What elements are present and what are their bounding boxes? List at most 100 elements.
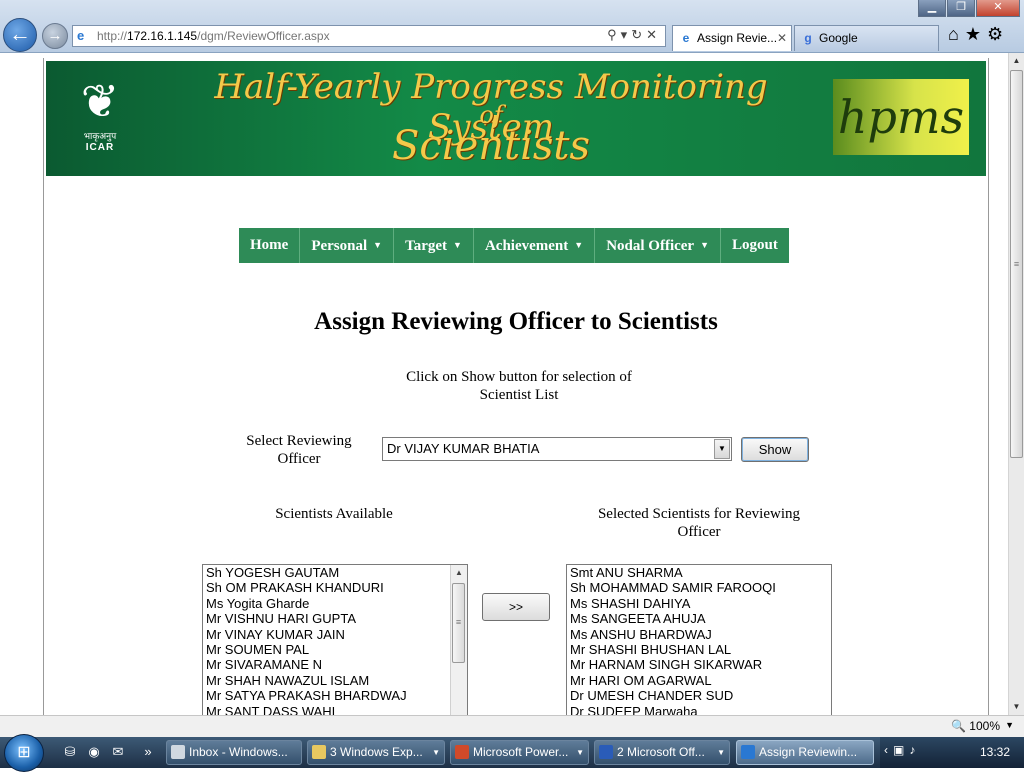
home-icon[interactable]: ⌂ [948,24,965,44]
zoom-level[interactable]: 🔍 100% [951,719,1000,733]
menu-label: Logout [732,237,778,253]
list-item[interactable]: Mr SHASHI BHUSHAN LAL [567,642,831,657]
hpms-logo: hpms [833,79,969,155]
zoom-dropdown-icon[interactable]: ▼ [1005,720,1014,730]
list-item[interactable]: Ms ANSHU BHARDWAJ [567,627,831,642]
menu-label: Achievement [484,238,569,254]
logo-text: ICAR [85,142,115,153]
close-window-button[interactable]: ✕ [976,0,1020,17]
list-item[interactable]: Ms Yogita Gharde [203,596,467,611]
list-item[interactable]: Mr SANT DASS WAHI [203,704,467,715]
scientists-available-label: Scientists Available [275,506,393,522]
network-icon[interactable]: ▣ [893,743,909,757]
mail-icon[interactable]: ✉ [110,744,126,760]
minimize-button[interactable]: ▁ [918,0,946,17]
banner-title-line3: Scientists [391,123,591,169]
list-item[interactable]: Ms SANGEETA AHUJA [567,611,831,626]
scroll-up-icon[interactable]: ▲ [1009,53,1024,69]
forward-button[interactable]: → [42,23,68,49]
group-arrow-icon: ▼ [576,748,584,757]
quicklaunch-icon[interactable]: ⛁ [62,744,78,760]
scroll-thumb[interactable]: ≡ [452,583,465,663]
page-container: ❦ भाकृअनुप ICAR Half-Yearly Progress Mon… [43,58,989,715]
command-icons: ⌂★⚙ [948,24,1009,45]
group-arrow-icon: ▼ [432,748,440,757]
list-item[interactable]: Mr VINAY KUMAR JAIN [203,627,467,642]
move-right-button[interactable]: >> [482,593,550,621]
ie-icon: e [77,28,85,43]
available-scientists-list[interactable]: Sh YOGESH GAUTAM Sh OM PRAKASH KHANDURI Ms… [202,564,468,715]
dropdown-caret-icon: ▼ [373,240,383,250]
show-hidden-icon[interactable]: ‹ [884,743,893,757]
scroll-down-icon[interactable]: ▼ [1009,699,1024,715]
selected-scientists-list[interactable]: Smt ANU SHARMA Sh MOHAMMAD SAMIR FAROOQI M… [566,564,832,715]
list-item[interactable]: Ms SHASHI DAHIYA [567,596,831,611]
search-icon[interactable]: ⚲ [607,27,621,42]
taskbar-item[interactable]: Microsoft Power... ▼ [450,740,589,765]
dropdown-arrow-icon[interactable]: ▾ [621,27,632,42]
menu-logout[interactable]: Logout [721,228,789,263]
stop-icon[interactable]: ✕ [646,27,661,42]
list-item[interactable]: Smt ANU SHARMA [567,565,831,580]
list-item[interactable]: Mr VISHNU HARI GUPTA [203,611,467,626]
taskbar-item-label: Assign Reviewin... [759,745,858,759]
clock[interactable]: 13:32 [980,745,1010,759]
tab-google[interactable]: g Google [794,25,939,51]
show-button[interactable]: Show [741,437,809,462]
list-scrollbar[interactable]: ▲ ≡ [450,565,467,715]
tab-label: Google [819,31,858,45]
browser-chrome: ▁ ❐ ✕ ← → e http://172.16.1.145/dgm/Revi… [0,0,1024,53]
icar-logo: ❦ भाकृअनुप ICAR [64,73,136,163]
taskbar-item[interactable]: 2 Microsoft Off... ▼ [594,740,730,765]
favorites-star-icon[interactable]: ★ [965,24,987,44]
selected-scientists-label: Selected Scientists for Reviewing Office… [597,506,801,540]
restore-button[interactable]: ❐ [947,0,975,17]
selected-options: Smt ANU SHARMA Sh MOHAMMAD SAMIR FAROOQI M… [567,565,831,715]
address-bar[interactable]: e http://172.16.1.145/dgm/ReviewOfficer.… [72,25,666,47]
list-item[interactable]: Sh MOHAMMAD SAMIR FAROOQI [567,580,831,595]
more-icon[interactable]: » [140,744,156,760]
reviewing-officer-select[interactable]: Dr VIJAY KUMAR BHATIA ▼ [382,437,732,461]
ie-icon [741,745,755,759]
taskbar-item[interactable]: Inbox - Windows... [166,740,302,765]
menu-achievement[interactable]: Achievement ▼ [474,228,596,263]
taskbar-item[interactable]: 3 Windows Exp... ▼ [307,740,445,765]
site-banner: ❦ भाकृअनुप ICAR Half-Yearly Progress Mon… [46,61,986,176]
list-item[interactable]: Mr SOUMEN PAL [203,642,467,657]
menu-personal[interactable]: Personal ▼ [300,228,395,263]
settings-gear-icon[interactable]: ⚙ [987,24,1009,44]
menu-label: Home [250,237,289,253]
address-tools: ⚲▾↻✕ [607,27,661,43]
list-item[interactable]: Mr SATYA PRAKASH BHARDWAJ [203,688,467,703]
start-button[interactable]: ⊞ [4,734,44,772]
logo-hindi-text: भाकृअनुप [83,131,117,141]
menu-nodal-officer[interactable]: Nodal Officer ▼ [595,228,721,263]
list-item[interactable]: Sh OM PRAKASH KHANDURI [203,580,467,595]
list-item[interactable]: Dr UMESH CHANDER SUD [567,688,831,703]
scroll-thumb[interactable]: ≡ [1010,70,1023,458]
mail-icon [171,745,185,759]
tab-assign-reviewing[interactable]: e Assign Revie... ✕ [672,25,792,51]
chevron-down-icon[interactable]: ▼ [714,439,730,459]
page-scrollbar[interactable]: ▲ ≡ ▼ [1008,53,1024,715]
menu-target[interactable]: Target ▼ [394,228,474,263]
close-tab-icon[interactable]: ✕ [777,26,787,51]
list-item[interactable]: Dr SUDEEP Marwaha [567,704,831,715]
chrome-icon[interactable]: ◉ [86,744,102,760]
list-item[interactable]: Mr SIVARAMANE N [203,657,467,672]
refresh-icon[interactable]: ↻ [631,27,646,42]
list-item[interactable]: Mr HARI OM AGARWAL [567,673,831,688]
back-button[interactable]: ← [3,18,37,52]
list-item[interactable]: Mr HARNAM SINGH SIKARWAR [567,657,831,672]
powerpoint-icon [455,745,469,759]
list-item[interactable]: Sh YOGESH GAUTAM [203,565,467,580]
volume-icon[interactable]: ♪ [909,743,920,757]
scroll-up-icon[interactable]: ▲ [451,565,467,581]
zoom-value: 100% [969,719,1000,733]
dropdown-caret-icon: ▼ [453,240,462,250]
taskbar-item-label: 3 Windows Exp... [330,745,423,759]
taskbar-item[interactable]: Assign Reviewin... [736,740,874,765]
list-item[interactable]: Mr SHAH NAWAZUL ISLAM [203,673,467,688]
menu-label: Nodal Officer [606,238,695,254]
menu-home[interactable]: Home [239,228,301,263]
